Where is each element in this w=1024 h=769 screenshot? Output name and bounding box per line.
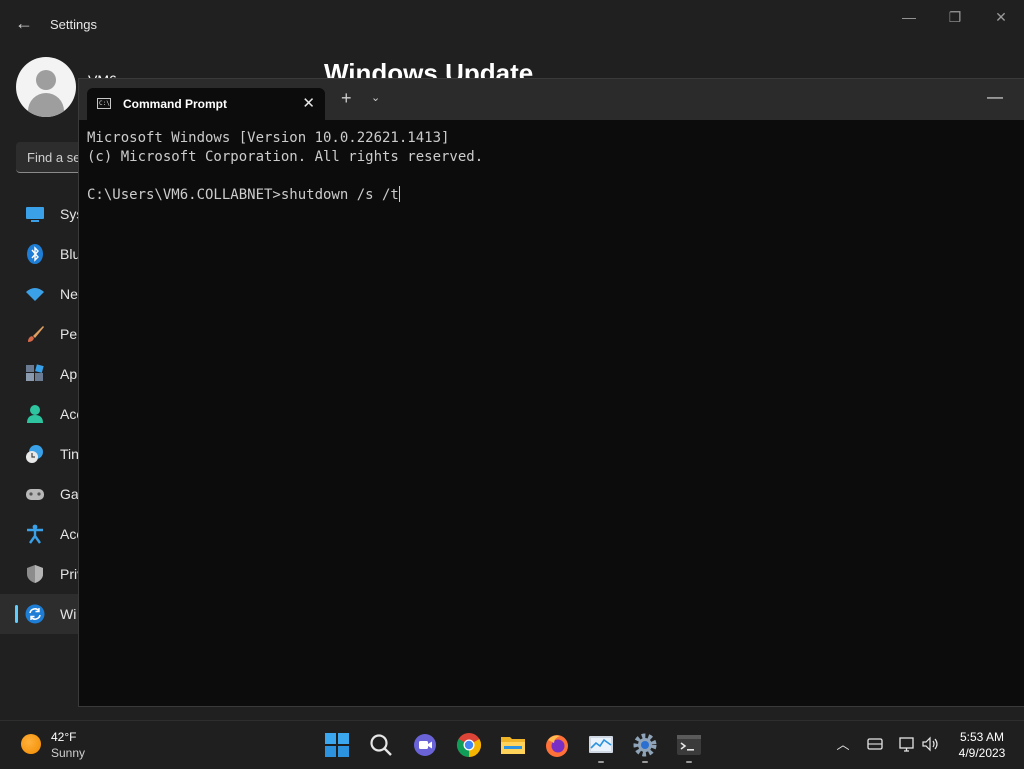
folder-icon <box>501 737 525 754</box>
speaker-shape <box>922 736 938 752</box>
chat-camera-icon <box>414 734 436 756</box>
tab-command-prompt[interactable]: C:\ Command Prompt ✕ <box>87 88 325 120</box>
monitor-chart-icon <box>589 736 613 753</box>
sidebar-item-privacy[interactable]: Priv <box>0 554 84 594</box>
sidebar-item-label: Wi <box>60 606 77 622</box>
command-prompt-icon: C:\ <box>97 98 111 109</box>
firefox-button[interactable] <box>544 732 570 758</box>
terminal-tab-bar: C:\ Command Prompt ✕ + ⌄ — <box>79 79 1024 120</box>
clock-date: 4/9/2023 <box>958 746 1006 760</box>
terminal-button[interactable] <box>676 732 702 763</box>
sidebar-item-time-language[interactable]: Tin <box>0 434 79 474</box>
terminal-window: C:\ Command Prompt ✕ + ⌄ — Microsoft Win… <box>78 78 1024 707</box>
chevron-up-icon[interactable]: ︿ <box>833 735 853 755</box>
file-explorer-button[interactable] <box>500 732 526 758</box>
system-clock[interactable]: 5:53 AM 4/9/2023 <box>952 729 1012 761</box>
keyboard-shape <box>867 738 883 750</box>
close-icon[interactable]: ✕ <box>986 8 1016 26</box>
sidebar-item-windows-update[interactable]: Wi <box>0 594 78 634</box>
apps-icon <box>26 364 44 381</box>
avatar-head-shape <box>36 70 56 90</box>
windows-update-icon <box>25 604 45 624</box>
network-icon <box>26 288 44 301</box>
accounts-icon <box>27 405 43 423</box>
running-indicator <box>598 761 604 763</box>
search-placeholder: Find a se <box>27 150 81 165</box>
start-button[interactable] <box>324 732 350 758</box>
console-output[interactable]: Microsoft Windows [Version 10.0.22621.14… <box>87 129 483 205</box>
settings-button[interactable] <box>632 732 658 763</box>
sidebar-item-personalization[interactable]: Per <box>0 314 82 354</box>
console-prompt-line[interactable]: C:\Users\VM6.COLLABNET>shutdown /s /t <box>87 186 483 205</box>
chrome-icon <box>456 733 482 757</box>
network-monitor-icon[interactable] <box>897 735 917 755</box>
running-indicator <box>686 761 692 763</box>
sidebar-item-label: Ap <box>60 366 78 382</box>
chevron-down-icon[interactable]: ⌄ <box>371 91 380 104</box>
tab-close-icon[interactable]: ✕ <box>302 94 315 112</box>
minimize-icon[interactable]: — <box>987 89 1003 107</box>
personalization-brush-icon <box>28 326 44 342</box>
sidebar-item-label: Ga <box>60 486 79 502</box>
sun-icon <box>21 734 41 754</box>
windows-logo-icon <box>325 733 349 757</box>
terminal-icon <box>677 735 701 755</box>
sidebar-item-accessibility[interactable]: Acc <box>0 514 83 554</box>
console-line: Microsoft Windows [Version 10.0.22621.14… <box>87 130 450 146</box>
console-command: C:\Users\VM6.COLLABNET>shutdown /s /t <box>87 187 399 203</box>
avatar-body-shape <box>28 93 64 117</box>
search-button[interactable] <box>368 732 394 758</box>
firefox-icon <box>546 735 568 757</box>
weather-condition: Sunny <box>51 746 86 760</box>
console-line: (c) Microsoft Corporation. All rights re… <box>87 149 484 165</box>
sidebar-item-apps[interactable]: Ap <box>0 354 78 394</box>
bluetooth-icon <box>27 244 43 264</box>
search-icon <box>370 734 392 756</box>
volume-icon[interactable] <box>921 735 941 755</box>
chrome-button[interactable] <box>456 732 482 758</box>
monitor-shape <box>899 737 914 752</box>
settings-titlebar: ← Settings — ❐ ✕ <box>0 0 1024 48</box>
text-cursor <box>398 186 400 202</box>
settings-app-title: Settings <box>50 17 97 32</box>
sidebar-item-network[interactable]: Ne <box>0 274 78 314</box>
sidebar-item-system[interactable]: Sys <box>0 194 83 234</box>
accessibility-icon <box>27 524 43 544</box>
weather-temperature: 42°F <box>51 730 77 744</box>
gear-icon <box>633 733 657 757</box>
running-indicator <box>642 761 648 763</box>
restore-icon[interactable]: ❐ <box>940 8 970 26</box>
time-language-icon <box>26 445 43 463</box>
privacy-shield-icon <box>27 565 43 583</box>
back-arrow-icon[interactable]: ← <box>14 13 34 33</box>
new-tab-button[interactable]: + <box>341 88 352 109</box>
sidebar-item-label: Ne <box>60 286 78 302</box>
avatar[interactable] <box>16 57 76 117</box>
sidebar-item-bluetooth[interactable]: Blu <box>0 234 80 274</box>
settings-search-input[interactable]: Find a se <box>16 142 86 173</box>
sidebar-item-gaming[interactable]: Ga <box>0 474 79 514</box>
clock-time: 5:53 AM <box>959 730 1005 744</box>
sidebar-item-accounts[interactable]: Acc <box>0 394 83 434</box>
sidebar-item-label: Tin <box>60 446 79 462</box>
taskbar: 42°F Sunny ︿ 5:53 AM 4/9/2023 <box>0 720 1024 769</box>
tab-label: Command Prompt <box>123 97 228 111</box>
performance-monitor-button[interactable] <box>588 732 614 763</box>
input-keyboard-icon[interactable] <box>865 735 885 755</box>
system-icon <box>26 207 44 222</box>
gaming-icon <box>26 489 44 500</box>
teams-chat-button[interactable] <box>412 732 438 758</box>
minimize-icon[interactable]: — <box>894 8 924 26</box>
settings-nav: Sys Blu Ne Per Ap Acc Tin Ga Acc Priv Wi <box>0 194 84 634</box>
